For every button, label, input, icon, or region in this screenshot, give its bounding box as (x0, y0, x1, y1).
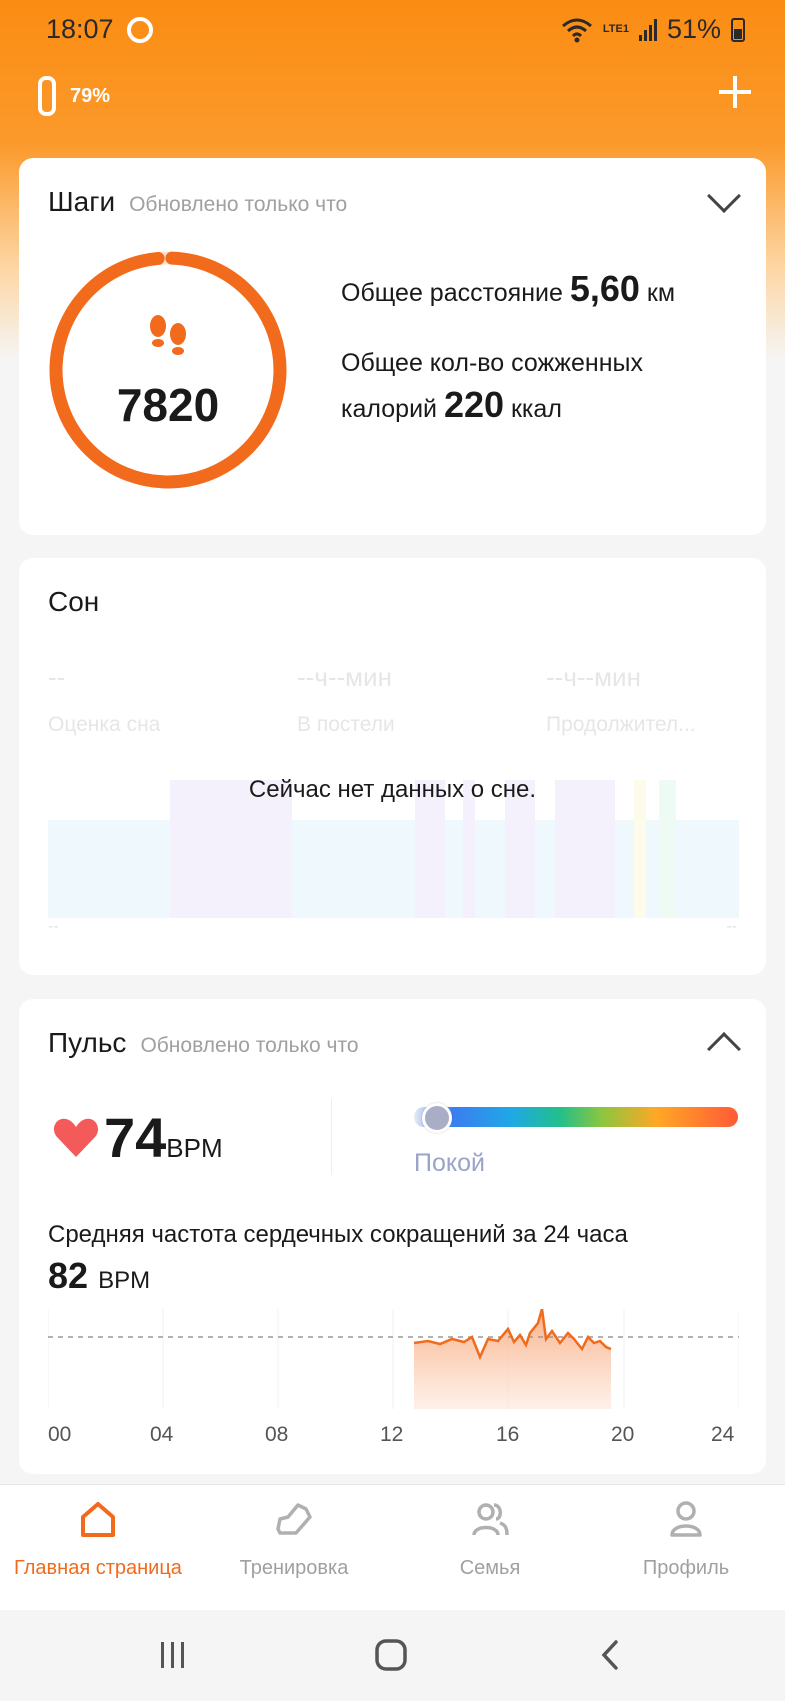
sleep-duration: --ч--мин Продолжител... (546, 662, 696, 737)
x-tick: 08 (265, 1423, 289, 1446)
steps-header: Шаги Обновлено только что (48, 186, 347, 218)
calories-metric: Общее кол-во сожженных калорий 220 ккал (341, 342, 643, 430)
distance-label: Общее расстояние (341, 279, 563, 307)
current-bpm-unit: BPM (166, 1133, 223, 1163)
sleep-no-data: Сейчас нет данных о сне. (248, 776, 537, 803)
pulse-title: Пульс (48, 1027, 127, 1058)
avg-hr-value: 82 (48, 1255, 89, 1296)
home-icon (81, 1502, 115, 1537)
steps-count: 7820 (116, 379, 220, 431)
lte-indicator: LTE1 (602, 23, 629, 35)
nav-family-label: Семья (459, 1557, 521, 1579)
add-button[interactable] (715, 72, 755, 112)
heart-icon (53, 1118, 99, 1157)
status-bar: 18:07 LTE1 51% (0, 0, 785, 60)
sleep-duration-label: Продолжител... (546, 713, 696, 736)
sleep-axis-end: -- (726, 918, 737, 935)
pulse-header: Пульс Обновлено только что (48, 1027, 359, 1059)
zone-indicator (422, 1103, 452, 1133)
distance-unit: км (646, 279, 676, 307)
nav-home-label: Главная страница (14, 1557, 182, 1579)
distance-value: 5,60 (569, 268, 640, 309)
calories-label-2: калорий (341, 395, 437, 423)
current-bpm-value: 74 (104, 1106, 167, 1169)
distance-metric: Общее расстояние 5,60 км (341, 268, 675, 314)
home-button-icon[interactable] (374, 1638, 408, 1672)
status-indicators: LTE1 51% (561, 14, 745, 45)
avg-hr: 82 BPM (48, 1255, 150, 1297)
status-time: 18:07 (46, 14, 114, 44)
x-tick: 24 (711, 1423, 735, 1446)
zone-label: Покой (414, 1149, 485, 1177)
sleep-axis-start: -- (48, 918, 59, 935)
pulse-card[interactable]: Пульс Обновлено только что 74BPM Покой Ср… (19, 999, 766, 1474)
band-icon (38, 76, 56, 116)
heart-rate-chart (48, 1309, 739, 1409)
signal-icon (638, 18, 657, 41)
nav-profile-label: Профиль (642, 1557, 730, 1579)
steps-progress-ring (49, 251, 287, 489)
chevron-down-icon[interactable] (707, 179, 741, 213)
family-icon (472, 1503, 509, 1536)
sneaker-icon (276, 1503, 312, 1535)
calories-label-1: Общее кол-во сожженных (341, 349, 643, 377)
nav-family[interactable]: Семья (392, 1485, 588, 1611)
bottom-navigation: Главная страница Тренировка Семья Профил… (0, 1484, 785, 1610)
sleep-score-value: -- (48, 662, 66, 692)
x-tick: 12 (380, 1423, 404, 1446)
notification-icon (127, 17, 153, 43)
current-bpm: 74BPM (104, 1105, 223, 1170)
recents-icon[interactable] (158, 1640, 188, 1670)
back-icon[interactable] (598, 1638, 622, 1672)
sleep-score: -- Оценка сна (48, 662, 160, 737)
calories-unit: ккал (510, 395, 562, 423)
nav-workout[interactable]: Тренировка (196, 1485, 392, 1611)
steps-updated: Обновлено только что (129, 193, 348, 216)
sleep-title: Сон (48, 586, 100, 617)
chevron-up-icon[interactable] (707, 1032, 741, 1066)
avg-hr-title: Средняя частота сердечных сокращений за … (48, 1221, 628, 1248)
calories-value: 220 (443, 384, 505, 425)
avg-hr-unit: BPM (98, 1267, 151, 1294)
wifi-icon (561, 18, 592, 42)
x-tick: 04 (150, 1423, 174, 1446)
sleep-card[interactable]: Сон -- Оценка сна --ч--мин В постели --ч… (19, 558, 766, 975)
footsteps-icon (150, 315, 186, 355)
steps-card[interactable]: Шаги Обновлено только что 7820 Общее расс… (19, 158, 766, 535)
x-tick: 20 (611, 1423, 635, 1446)
sleep-in-bed: --ч--мин В постели (297, 662, 395, 737)
nav-home[interactable]: Главная страница (0, 1485, 196, 1611)
sleep-duration-value: --ч--мин (546, 662, 641, 692)
battery-icon (731, 17, 745, 42)
nav-workout-label: Тренировка (239, 1557, 349, 1579)
system-navigation (0, 1610, 785, 1701)
sleep-in-bed-value: --ч--мин (297, 662, 392, 692)
profile-icon (670, 1501, 702, 1537)
device-status[interactable]: 79% (38, 76, 110, 116)
pulse-updated: Обновлено только что (140, 1034, 359, 1057)
device-battery: 79% (70, 84, 111, 107)
steps-title: Шаги (48, 186, 116, 217)
nav-profile[interactable]: Профиль (588, 1485, 784, 1611)
divider (331, 1099, 332, 1175)
x-tick: 16 (496, 1423, 520, 1446)
heart-rate-zone-bar (414, 1107, 738, 1127)
sleep-score-label: Оценка сна (48, 713, 161, 736)
x-tick: 00 (48, 1423, 72, 1446)
battery-percent: 51% (666, 14, 721, 44)
sleep-in-bed-label: В постели (297, 713, 395, 736)
